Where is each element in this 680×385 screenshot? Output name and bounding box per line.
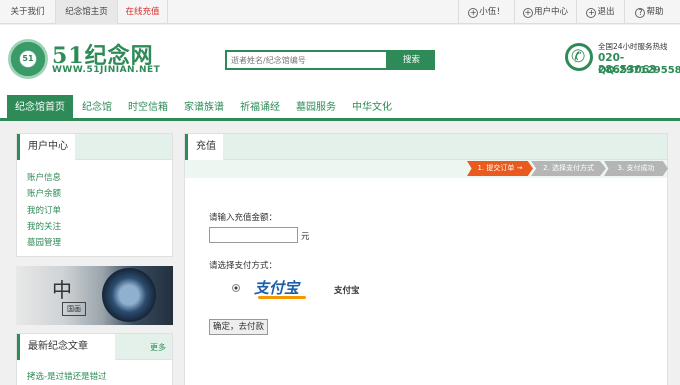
nav-item-home[interactable]: 纪念馆首页	[7, 95, 73, 121]
logout-label: 退出	[597, 7, 615, 17]
nav-item-genealogy[interactable]: 家谱族谱	[184, 95, 224, 121]
sidebar-item-balance[interactable]: 账户余额	[27, 187, 61, 199]
user-center-link[interactable]: + 用户中心	[514, 0, 576, 24]
article-link[interactable]: 拷选-是过错还是错过	[27, 370, 107, 382]
sidebar-item-account-info[interactable]: 账户信息	[27, 171, 61, 183]
question-circle-icon: ?	[635, 8, 646, 18]
latest-articles-panel: 最新纪念文章 更多 拷选-是过错还是错过	[16, 333, 173, 385]
top-bar: 关于我们 纪念馆主页 在线充值 + 小伍！ + 用户中心 + 退出 ? 帮助	[0, 0, 680, 24]
step-payment-success: 3. 支付成功	[604, 161, 668, 176]
plus-circle-icon: +	[468, 8, 479, 18]
hotline-label: 全国24小时服务热线	[598, 42, 668, 51]
alipay-label: 支付宝	[334, 286, 360, 296]
alipay-logo[interactable]: 支付宝	[254, 278, 309, 298]
help-link[interactable]: ? 帮助	[624, 0, 674, 24]
step-submit-order: 1. 提交订单 →	[467, 161, 533, 176]
ink-circle-image	[102, 268, 156, 322]
user-name-label: 小伍！	[479, 7, 505, 17]
sidebar-item-cemetery-manage[interactable]: 墓园管理	[27, 236, 61, 248]
plus-circle-icon: +	[522, 8, 533, 18]
logo-flower-icon[interactable]: 51	[8, 39, 48, 79]
amount-label: 请输入充值金额：	[209, 213, 278, 223]
help-label: 帮助	[646, 7, 664, 17]
phone-icon	[565, 43, 593, 71]
hotline-qq: QQ:2971295586	[598, 65, 680, 76]
alipay-logo-underline	[258, 296, 306, 299]
sidebar-item-following[interactable]: 我的关注	[27, 220, 61, 232]
memorial-home-link[interactable]: 纪念馆主页	[56, 0, 118, 24]
more-link[interactable]: 更多	[150, 342, 166, 353]
online-recharge-link[interactable]: 在线充值	[118, 0, 168, 24]
latest-articles-title: 最新纪念文章	[17, 334, 115, 360]
ink-painting-banner[interactable]: 中 国画	[16, 266, 173, 325]
nav-item-memorial[interactable]: 纪念馆	[82, 95, 112, 121]
logout-link[interactable]: + 退出	[576, 0, 624, 24]
plus-circle-icon: +	[586, 8, 597, 18]
search-input[interactable]	[225, 50, 388, 70]
banner-character: 中	[52, 278, 72, 302]
user-name-link[interactable]: + 小伍！	[458, 0, 514, 24]
alipay-radio[interactable]	[232, 284, 240, 292]
sidebar-item-orders[interactable]: 我的订单	[27, 204, 61, 216]
panel-header	[185, 134, 667, 160]
user-center-title: 用户中心	[17, 134, 75, 160]
unit-label: 元	[301, 232, 310, 242]
amount-input[interactable]	[209, 227, 298, 243]
logo-url: WWW.51JINIAN.NET	[52, 65, 161, 75]
pay-method-label: 请选择支付方式：	[209, 261, 278, 271]
user-center-label: 用户中心	[533, 7, 568, 17]
nav-item-cemetery[interactable]: 墓园服务	[296, 95, 336, 121]
recharge-tab[interactable]: 充值	[185, 134, 223, 160]
about-link[interactable]: 关于我们	[0, 0, 56, 24]
logo-mark-text: 51	[20, 51, 36, 67]
main-nav: 纪念馆首页 纪念馆 时空信箱 家谱族谱 祈福诵经 墓园服务 中华文化	[0, 95, 680, 121]
nav-item-prayer[interactable]: 祈福诵经	[240, 95, 280, 121]
search-button[interactable]: 搜索	[388, 50, 435, 70]
banner-stamp: 国画	[62, 302, 86, 316]
nav-item-mailbox[interactable]: 时空信箱	[128, 95, 168, 121]
step-choose-payment: 2. 选择支付方式	[531, 161, 606, 176]
user-center-panel: 用户中心 账户信息 账户余额 我的订单 我的关注 墓园管理	[16, 133, 173, 257]
nav-item-culture[interactable]: 中华文化	[352, 95, 392, 121]
site-header: 51 51纪念网 WWW.51JINIAN.NET 搜索 全国24小时服务热线 …	[0, 25, 680, 95]
confirm-pay-button[interactable]: 确定，去付款	[209, 319, 268, 335]
